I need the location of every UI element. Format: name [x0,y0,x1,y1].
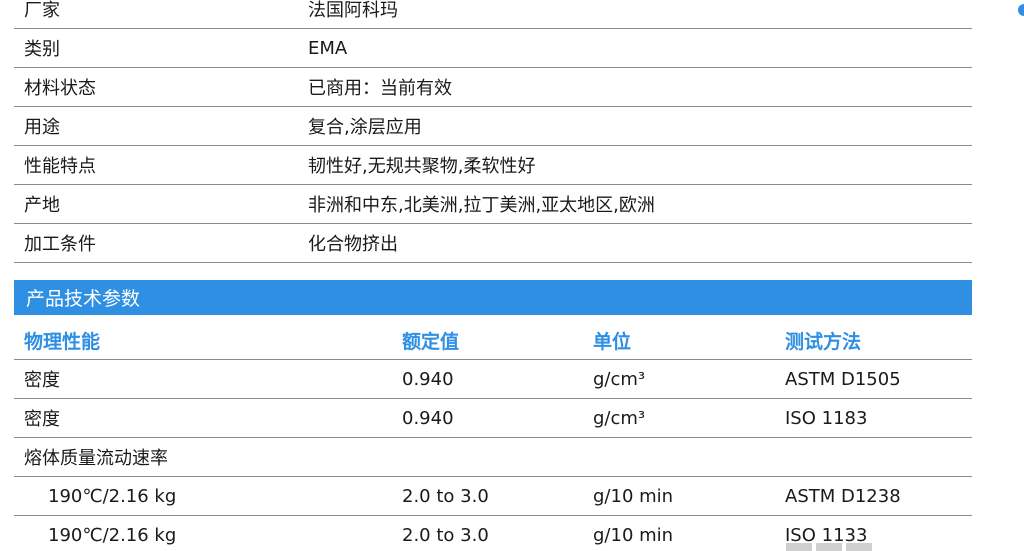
info-label: 类别 [24,39,60,60]
info-row-origin: 产地 非洲和中东,北美洲,拉丁美洲,亚太地区,欧洲 [14,185,972,224]
table-row: 密度 0.940 g/cm³ ISO 1183 [14,399,972,438]
product-datasheet: 厂家 法国阿科玛 类别 EMA 材料状态 已商用：当前有效 用途 复合,涂层应用… [0,0,1024,551]
section-title: 产品技术参数 [26,288,141,310]
cell-method: ASTM D1238 [785,485,901,507]
info-value: 化合物挤出 [308,234,398,255]
spec-header-row: 物理性能 额定值 单位 测试方法 [14,321,972,360]
info-row-features: 性能特点 韧性好,无规共聚物,柔软性好 [14,146,972,185]
spec-table: 物理性能 额定值 单位 测试方法 密度 0.940 g/cm³ ASTM D15… [14,321,972,551]
info-row-usage: 用途 复合,涂层应用 [14,107,972,146]
cell-property: 190℃/2.16 kg [48,485,177,507]
info-value: 法国阿科玛 [308,0,398,21]
scrollbar-segment[interactable] [786,543,812,551]
section-header: 产品技术参数 [14,280,972,315]
info-row-processing: 加工条件 化合物挤出 [14,224,972,263]
cell-value: 2.0 to 3.0 [402,524,489,546]
info-value: 韧性好,无规共聚物,柔软性好 [308,156,536,177]
cell-unit: g/cm³ [593,368,646,390]
info-label: 厂家 [24,0,60,21]
table-row: 190℃/2.16 kg 2.0 to 3.0 g/10 min ASTM D1… [14,477,972,516]
info-label: 加工条件 [24,234,96,255]
cell-method: ISO 1183 [785,407,868,429]
scrollbar-segment[interactable] [816,543,842,551]
basic-info-table: 厂家 法国阿科玛 类别 EMA 材料状态 已商用：当前有效 用途 复合,涂层应用… [14,0,972,263]
table-row: 熔体质量流动速率 [14,438,972,477]
header-value: 额定值 [402,330,460,353]
info-label: 产地 [24,195,60,216]
info-row-material-status: 材料状态 已商用：当前有效 [14,68,972,107]
header-method: 测试方法 [785,330,862,353]
cell-property: 密度 [24,370,60,391]
table-row: 密度 0.940 g/cm³ ASTM D1505 [14,360,972,399]
header-property: 物理性能 [24,330,101,353]
cell-unit: g/10 min [593,524,674,546]
header-unit: 单位 [593,330,632,353]
info-value: 复合,涂层应用 [308,117,422,138]
cell-property: 190℃/2.16 kg [48,524,177,546]
cell-value: 2.0 to 3.0 [402,485,489,507]
cell-property: 熔体质量流动速率 [24,448,168,469]
cell-property: 密度 [24,409,60,430]
scroll-indicator[interactable] [1018,4,1024,16]
info-label: 用途 [24,117,60,138]
info-row-category: 类别 EMA [14,29,972,68]
info-label: 材料状态 [24,78,96,99]
info-value: 已商用：当前有效 [308,78,452,99]
cell-unit: g/cm³ [593,407,646,429]
info-row-manufacturer: 厂家 法国阿科玛 [14,0,972,29]
scrollbar-segment[interactable] [846,543,872,551]
cell-unit: g/10 min [593,485,674,507]
info-value: 非洲和中东,北美洲,拉丁美洲,亚太地区,欧洲 [308,195,655,216]
horizontal-scrollbar[interactable] [786,543,876,551]
info-label: 性能特点 [24,156,96,177]
info-value: EMA [308,37,348,59]
cell-value: 0.940 [402,368,454,390]
cell-value: 0.940 [402,407,454,429]
cell-method: ASTM D1505 [785,368,901,390]
